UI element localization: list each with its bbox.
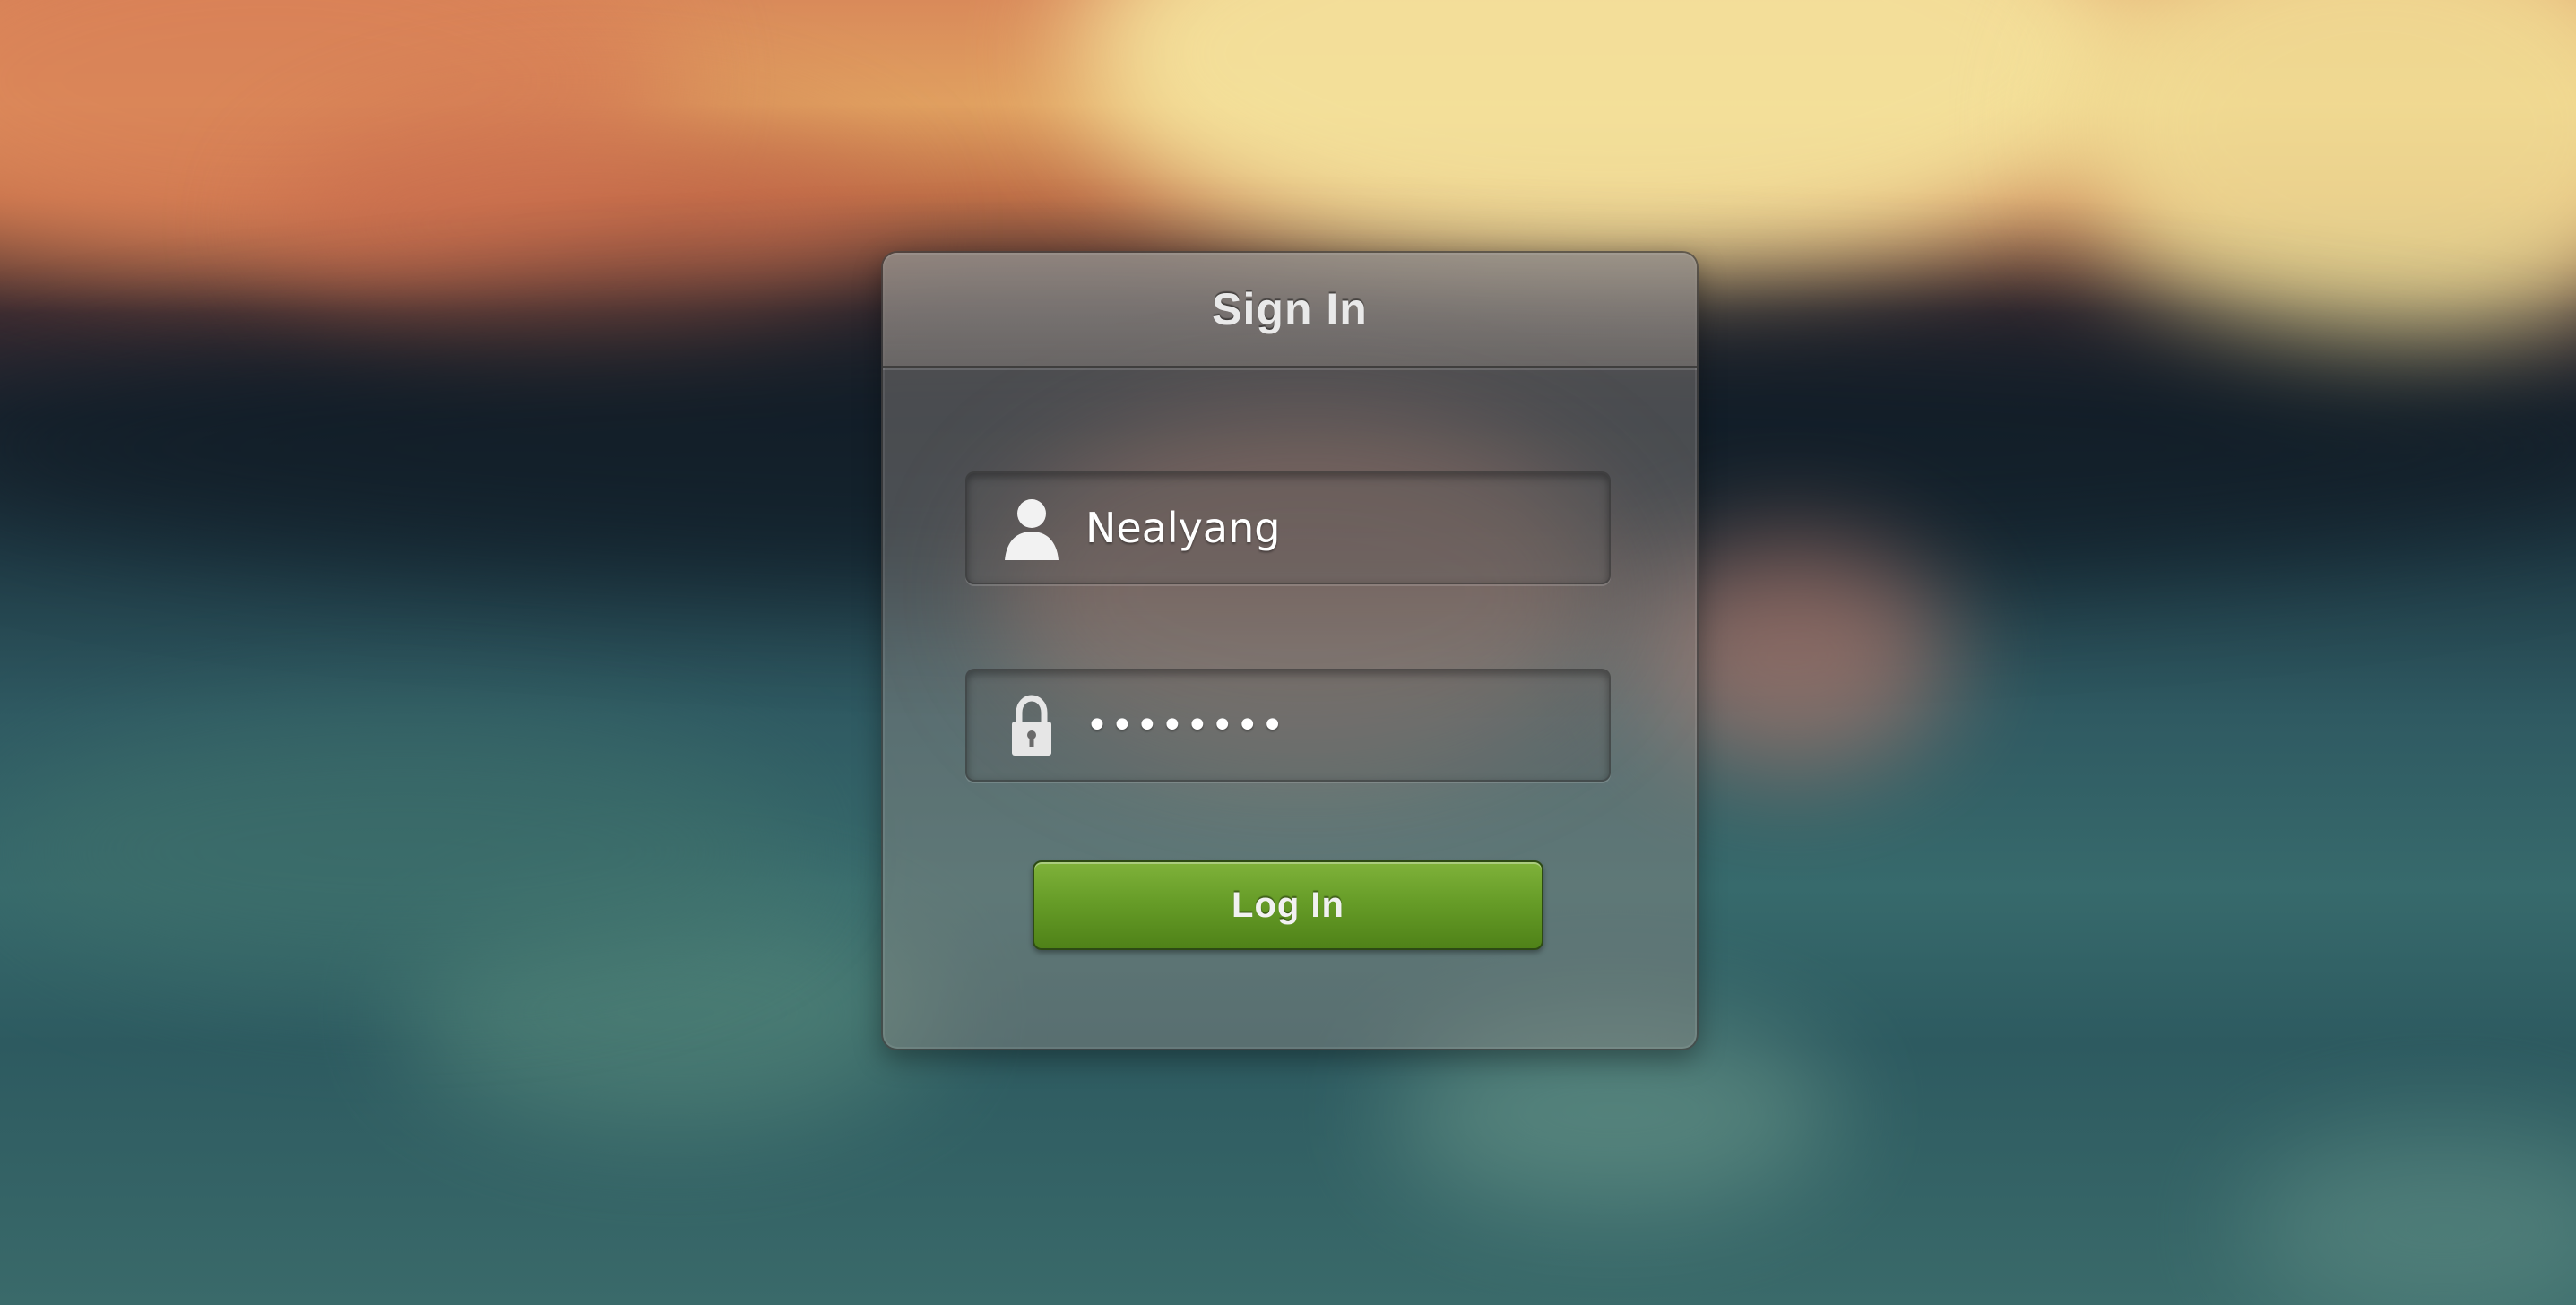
background-light-blob [1076, 0, 2151, 287]
user-icon [998, 494, 1066, 562]
lock-icon [998, 691, 1066, 759]
sign-in-panel: Sign In Nealyang •••••••• Log In [881, 251, 1699, 1050]
panel-title: Sign In [1212, 284, 1368, 334]
background-teal-blob [2241, 1129, 2576, 1305]
log-in-button-label: Log In [1232, 885, 1344, 925]
background-light-blob [2062, 0, 2576, 359]
background-teal-blob [0, 717, 807, 986]
username-field[interactable]: Nealyang [965, 471, 1611, 584]
username-value: Nealyang [1085, 504, 1281, 552]
log-in-button[interactable]: Log In [1033, 860, 1543, 950]
password-value: •••••••• [1085, 702, 1286, 748]
panel-header: Sign In [883, 253, 1697, 368]
password-field[interactable]: •••••••• [965, 669, 1611, 782]
